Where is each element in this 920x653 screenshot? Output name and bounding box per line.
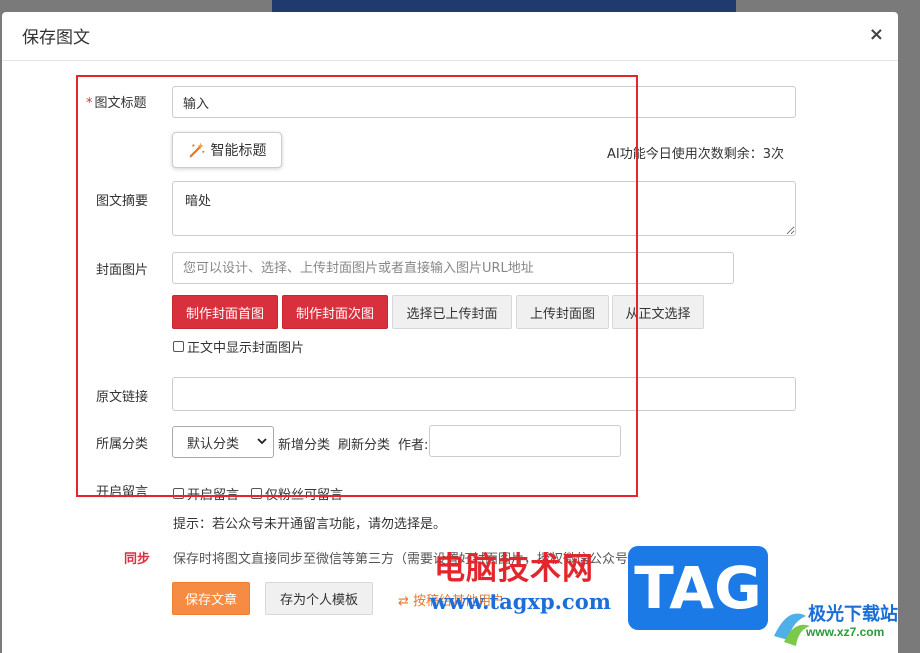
make-cover-second-button[interactable]: 制作封面次图 xyxy=(282,295,388,329)
make-cover-first-button[interactable]: 制作封面首图 xyxy=(172,295,278,329)
dialog-header: 保存图文 × xyxy=(2,12,898,61)
ai-quota-text: AI功能今日使用次数剩余：3次 xyxy=(607,147,784,162)
magic-wand-icon xyxy=(189,142,204,158)
enable-comments-option[interactable]: 开启留言 xyxy=(173,484,239,503)
show-cover-checkbox[interactable] xyxy=(173,341,184,352)
dialog-title: 保存图文 xyxy=(22,28,90,48)
required-mark: * xyxy=(86,96,93,111)
title-input[interactable] xyxy=(172,86,796,118)
site-url: www.xz7.com xyxy=(806,625,885,639)
summary-textarea[interactable]: 暗处 xyxy=(172,181,796,236)
source-link-label: 原文链接 xyxy=(96,390,149,405)
author-label: 作者: xyxy=(398,438,429,453)
author-input[interactable] xyxy=(429,425,621,457)
sync-label: 同步 xyxy=(124,552,151,567)
cover-url-input[interactable] xyxy=(172,252,734,284)
add-category-link[interactable]: 新增分类 xyxy=(278,434,330,453)
source-link-input[interactable] xyxy=(172,377,796,411)
followers-only-option[interactable]: 仅粉丝可留言 xyxy=(251,484,343,503)
close-icon[interactable]: × xyxy=(869,24,884,45)
refresh-category-link[interactable]: 刷新分类 xyxy=(338,434,390,453)
select-from-body-button[interactable]: 从正文选择 xyxy=(612,295,704,329)
enable-comments-checkbox[interactable] xyxy=(173,488,184,499)
comments-tip: 提示：若公众号未开通留言功能，请勿选择是。 xyxy=(173,517,447,532)
save-article-button[interactable]: 保存文章 xyxy=(172,582,250,615)
comments-label: 开启留言 xyxy=(96,485,149,500)
category-select[interactable]: 默认分类 xyxy=(172,426,274,458)
followers-only-checkbox[interactable] xyxy=(251,488,262,499)
summary-label: 图文摘要 xyxy=(96,194,149,209)
ai-title-button-label: 智能标题 xyxy=(210,143,267,159)
chevron-down-icon xyxy=(257,438,267,445)
watermark-text: 电脑技术网 xyxy=(434,551,594,587)
ai-title-button[interactable]: 智能标题 xyxy=(172,132,282,168)
tag-logo: TAG xyxy=(628,546,768,630)
site-name: 极光下载站 xyxy=(808,604,898,625)
category-label: 所属分类 xyxy=(96,437,149,452)
watermark-url: www.tagxp.com xyxy=(430,589,611,614)
save-template-button[interactable]: 存为个人模板 xyxy=(265,582,373,615)
select-uploaded-cover-button[interactable]: 选择已上传封面 xyxy=(392,295,512,329)
cover-label: 封面图片 xyxy=(96,263,149,278)
title-label: * 图文标题 xyxy=(86,96,147,111)
upload-cover-button[interactable]: 上传封面图 xyxy=(516,295,609,329)
show-cover-option[interactable]: 正文中显示封面图片 xyxy=(173,337,304,356)
